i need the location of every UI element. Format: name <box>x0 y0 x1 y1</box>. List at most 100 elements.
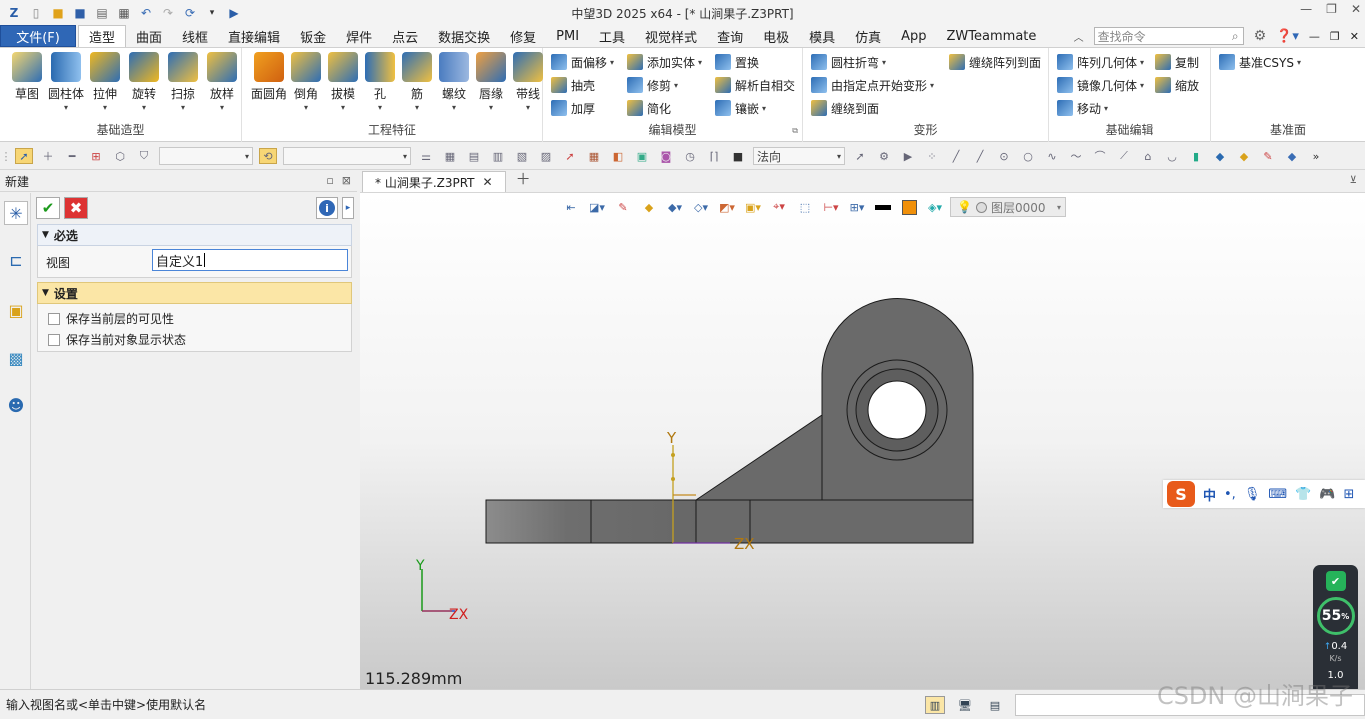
grid-a-icon[interactable]: ▤ <box>465 148 483 164</box>
run-icon[interactable]: ▶ <box>226 5 242 21</box>
snap-hat-icon[interactable]: ⌂ <box>1139 148 1157 164</box>
edit_small-button-0[interactable]: 面偏移 ▾ <box>551 52 614 72</box>
deform_small-button-2[interactable]: 由指定点开始变形 ▾ <box>811 75 934 95</box>
feature_buttons-button-0[interactable]: 面圆角 <box>250 52 288 102</box>
edit_small-button-1[interactable]: 添加实体 ▾ <box>627 52 702 72</box>
pick-filter-icon[interactable]: ⊞ <box>87 148 105 164</box>
tab-1[interactable]: 曲面 <box>126 25 172 47</box>
feature_buttons-button-4[interactable]: 筋 ▾ <box>398 52 436 112</box>
box-multi-icon[interactable]: ◆ <box>1283 148 1301 164</box>
status-panel-icon[interactable]: ▥ <box>925 696 945 714</box>
snap-center-icon[interactable]: ⊙ <box>995 148 1013 164</box>
basic_edit_small-button-0[interactable]: 阵列几何体 ▾ <box>1057 52 1144 72</box>
3d-viewport[interactable]: ⇤ ◪▾ ✎ ◆ ◆▾ ◇▾ ◩▾ ▣▾ ⌖▾ ⬚ ⊢▾ ⊞▾ ◈▾ 💡 图层0… <box>360 193 1365 689</box>
filter-icon[interactable]: ⛉ <box>135 148 153 164</box>
close-window-icon[interactable]: ✕ <box>1351 2 1361 16</box>
undo-icon[interactable]: ↶ <box>138 5 154 21</box>
tab-9[interactable]: PMI <box>546 25 589 47</box>
edit_small-button-6[interactable]: 加厚 <box>551 98 595 118</box>
remove-icon[interactable]: ━ <box>63 148 81 164</box>
new-file-icon[interactable]: ▯ <box>28 5 44 21</box>
basic_buttons-button-2[interactable]: 拉伸 ▾ <box>86 52 124 112</box>
tab-2[interactable]: 线框 <box>172 25 218 47</box>
save-display-state-checkbox[interactable]: 保存当前对象显示状态 <box>38 329 351 350</box>
tab-10[interactable]: 工具 <box>589 25 635 47</box>
doc-restore-icon[interactable]: ❐ <box>1330 30 1340 43</box>
feature_buttons-button-1[interactable]: 倒角 ▾ <box>287 52 325 112</box>
info-button[interactable]: i <box>316 197 338 219</box>
basic_buttons-button-1[interactable]: 圆柱体 ▾ <box>47 52 85 112</box>
tab-14[interactable]: 模具 <box>799 25 845 47</box>
tab-12[interactable]: 查询 <box>707 25 753 47</box>
basic_buttons-button-3[interactable]: 旋转 ▾ <box>125 52 163 112</box>
command-search-input[interactable]: 查找命令 ⌕ <box>1093 27 1244 45</box>
doc-minimize-icon[interactable]: — <box>1309 30 1320 43</box>
group-edit-launcher-icon[interactable]: ⧉ <box>792 126 798 136</box>
polygon-select-icon[interactable]: ⬡ <box>111 148 129 164</box>
quick-access-dropdown-icon[interactable]: ▾ <box>204 5 220 21</box>
cursor-icon[interactable]: ➚ <box>561 148 579 164</box>
toolbar-more-icon[interactable]: » <box>1307 148 1325 164</box>
edit_small-button-7[interactable]: 简化 <box>627 98 671 118</box>
tab-0[interactable]: 造型 <box>78 25 127 47</box>
box-blue-icon[interactable]: ◆ <box>1211 148 1229 164</box>
grid-c-icon[interactable]: ▧ <box>513 148 531 164</box>
snap-slash-icon[interactable]: ⟋ <box>1115 148 1133 164</box>
panel-close-icon[interactable]: ⊠ <box>342 174 351 187</box>
basic_buttons-button-5[interactable]: 放样 ▾ <box>203 52 241 112</box>
select-pointer-icon[interactable]: ➚ <box>15 148 33 164</box>
bracket-icon[interactable]: ⌈⌉ <box>705 148 723 164</box>
edit_small-button-2[interactable]: 置换 <box>715 52 759 72</box>
snap-cup-icon[interactable]: ◡ <box>1163 148 1181 164</box>
grid-d-icon[interactable]: ▨ <box>537 148 555 164</box>
feature_buttons-button-7[interactable]: 带线 ▾ <box>509 52 547 112</box>
auto-pick-icon[interactable]: ⟲ <box>259 148 277 164</box>
file-menu[interactable]: 文件(F) <box>0 25 76 47</box>
keyboard-icon[interactable]: ⌨ <box>1268 487 1287 502</box>
new-tab-icon[interactable]: ＋ <box>516 168 531 189</box>
panel-pin-icon[interactable]: ▫ <box>326 174 333 187</box>
snap-arc-icon[interactable]: ⌒ <box>1091 148 1109 164</box>
document-tab[interactable]: * 山涧果子.Z3PRT ✕ <box>362 171 506 192</box>
tab-6[interactable]: 点云 <box>382 25 428 47</box>
microphone-icon[interactable]: 🎙 <box>1244 487 1261 502</box>
stop-icon[interactable]: ■ <box>729 148 747 164</box>
basic_edit_small-button-3[interactable]: 缩放 <box>1155 75 1199 95</box>
edit_small-button-4[interactable]: 修剪 ▾ <box>627 75 678 95</box>
user-icon[interactable]: ☻ <box>4 393 28 417</box>
grid-b-icon[interactable]: ▥ <box>489 148 507 164</box>
part-icon[interactable]: ◧ <box>609 148 627 164</box>
part-library-icon[interactable]: ▣ <box>4 298 28 322</box>
paint-icon[interactable]: ✎ <box>1259 148 1277 164</box>
snap-circle-icon[interactable]: ○ <box>1019 148 1037 164</box>
ime-lang[interactable]: 中 <box>1203 485 1216 504</box>
collapse-ribbon-icon[interactable]: ︿ <box>1074 29 1084 44</box>
printer-pick-icon[interactable]: ▦ <box>441 148 459 164</box>
camera-icon[interactable]: ◙ <box>657 148 675 164</box>
feature_buttons-button-6[interactable]: 唇缘 ▾ <box>472 52 510 112</box>
tab-15[interactable]: 仿真 <box>845 25 891 47</box>
pick-type-select[interactable]: ▾ <box>283 147 411 165</box>
view-direction-select[interactable]: 法向 ▾ <box>753 147 845 165</box>
refresh-icon[interactable]: ⟳ <box>182 5 198 21</box>
feature_buttons-button-5[interactable]: 螺纹 ▾ <box>435 52 473 112</box>
cancel-button[interactable]: ✖ <box>64 197 88 219</box>
settings-gear-icon[interactable]: ⚙ <box>1254 28 1267 44</box>
settings-section-header[interactable]: ▼ 设置 <box>37 282 352 304</box>
bar-chart-icon[interactable]: ▮ <box>1187 148 1205 164</box>
basic_edit_small-button-1[interactable]: 复制 <box>1155 52 1199 72</box>
new-view-icon[interactable]: ✳ <box>4 201 28 225</box>
save-icon[interactable]: ■ <box>72 5 88 21</box>
tab-13[interactable]: 电极 <box>753 25 799 47</box>
tab-11[interactable]: 视觉样式 <box>635 25 707 47</box>
skin-icon[interactable]: 👕 <box>1295 487 1311 502</box>
gamepad-icon[interactable]: 🎮 <box>1319 487 1335 502</box>
snap-line2-icon[interactable]: ╱ <box>971 148 989 164</box>
edit_small-button-3[interactable]: 抽壳 <box>551 75 595 95</box>
deform_small-button-3[interactable]: 缠绕到面 <box>811 98 879 118</box>
save-layer-visibility-checkbox[interactable]: 保存当前层的可见性 <box>38 308 351 329</box>
pick-settings-icon[interactable]: ⚌ <box>417 148 435 164</box>
view-name-input[interactable]: 自定义1 <box>152 249 348 271</box>
tab-7[interactable]: 数据交换 <box>428 25 500 47</box>
tab-17[interactable]: ZWTeammate <box>937 25 1047 47</box>
